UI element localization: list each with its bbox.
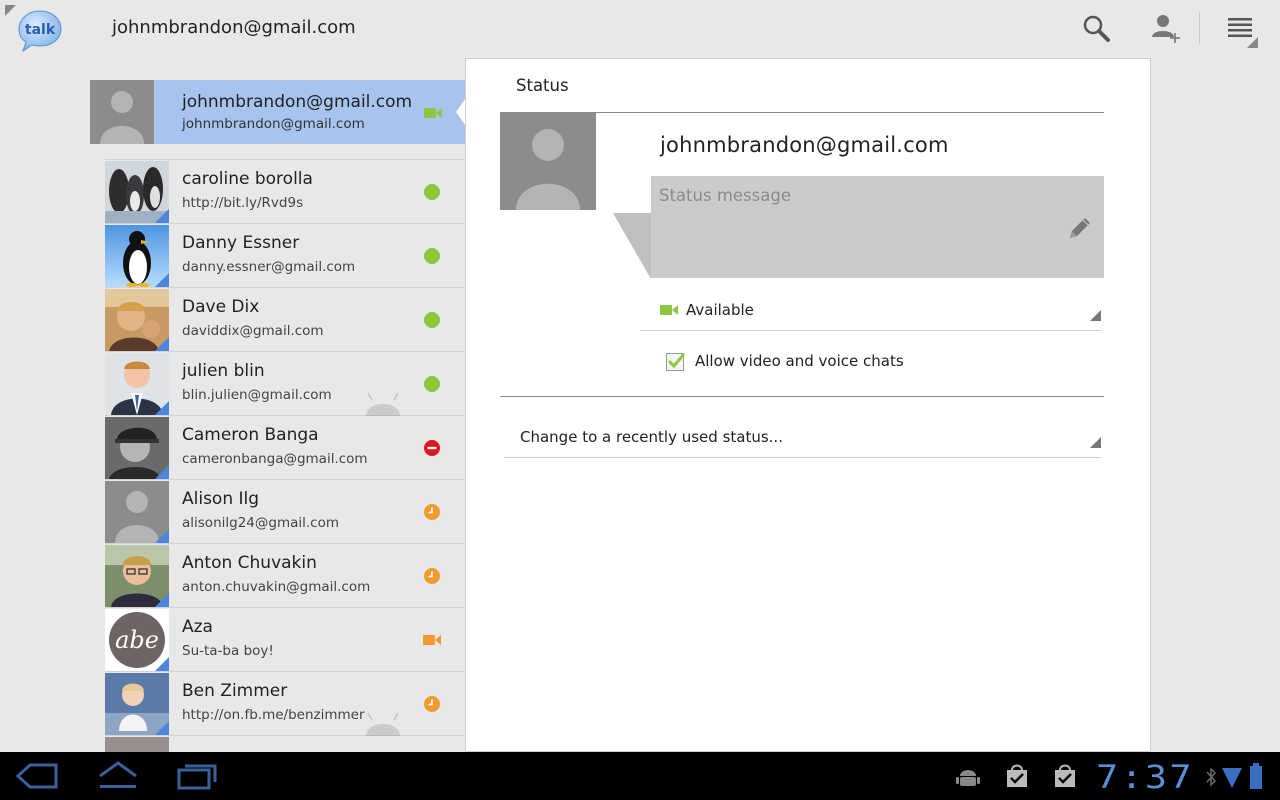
bubble-tail bbox=[613, 213, 651, 279]
add-contact-button[interactable] bbox=[1144, 8, 1188, 48]
contact-status: daviddix@gmail.com bbox=[182, 323, 324, 339]
default-avatar bbox=[90, 80, 154, 144]
dropdown-triangle-icon bbox=[1090, 310, 1101, 321]
actionbar-separator bbox=[1199, 12, 1200, 44]
idle-presence-icon bbox=[424, 504, 440, 520]
talk-logo-icon[interactable]: talk bbox=[18, 9, 62, 53]
idle-presence-icon bbox=[424, 568, 440, 584]
busy-presence-icon bbox=[424, 440, 440, 456]
contact-name: caroline borolla bbox=[182, 169, 313, 189]
contact-status: cameronbanga@gmail.com bbox=[182, 451, 368, 467]
system-bar: 7:37 bbox=[0, 752, 1280, 800]
avatar-badge bbox=[155, 401, 169, 415]
panel-title: Status bbox=[516, 76, 569, 95]
android-device-icon bbox=[366, 712, 400, 736]
self-contact-row[interactable]: johnmbrandon@gmail.com johnmbrandon@gmai… bbox=[90, 80, 466, 144]
market-update-icon[interactable] bbox=[1004, 763, 1030, 789]
contact-name: Alison Ilg bbox=[182, 489, 260, 509]
avatar-badge bbox=[155, 657, 169, 671]
contact-name: Ben Zimmer bbox=[182, 681, 288, 701]
android-debug-icon[interactable] bbox=[956, 766, 980, 788]
recent-status-label: Change to a recently used status... bbox=[520, 428, 783, 446]
wifi-icon bbox=[1222, 768, 1242, 788]
clock[interactable]: 7:37 bbox=[1096, 758, 1194, 796]
available-presence-icon bbox=[424, 312, 440, 328]
contact-row[interactable]: Dave Dix daviddix@gmail.com bbox=[105, 288, 466, 352]
contact-name: julien blin bbox=[182, 361, 265, 381]
contact-list[interactable]: johnmbrandon@gmail.com johnmbrandon@gmai… bbox=[90, 80, 466, 752]
search-button[interactable] bbox=[1074, 8, 1118, 48]
contact-name: Anton Chuvakin bbox=[182, 553, 317, 573]
contact-status: anton.chuvakin@gmail.com bbox=[182, 579, 371, 595]
self-sub: johnmbrandon@gmail.com bbox=[182, 116, 365, 132]
avatar-badge bbox=[155, 721, 169, 735]
contact-name: Aza bbox=[182, 617, 213, 637]
dropdown-triangle-icon bbox=[1090, 437, 1101, 448]
account-title: johnmbrandon@gmail.com bbox=[112, 17, 356, 38]
contact-row[interactable]: Anton Chuvakin anton.chuvakin@gmail.com bbox=[105, 544, 466, 608]
presence-label: Available bbox=[686, 301, 754, 319]
battery-icon bbox=[1250, 763, 1262, 789]
search-icon bbox=[1083, 15, 1110, 42]
presence-dropdown[interactable]: Available bbox=[640, 291, 1101, 331]
status-message-input[interactable] bbox=[651, 176, 1104, 278]
market-update-icon[interactable] bbox=[1052, 763, 1078, 789]
checkbox-checked-icon[interactable] bbox=[666, 352, 685, 371]
self-avatar[interactable] bbox=[500, 113, 596, 210]
panel-divider bbox=[500, 396, 1104, 397]
contact-avatar bbox=[105, 737, 169, 752]
available-presence-icon bbox=[424, 376, 440, 392]
avatar-badge bbox=[155, 593, 169, 607]
recent-status-dropdown[interactable]: Change to a recently used status... bbox=[504, 419, 1101, 458]
contact-row[interactable]: julien blin blin.julien@gmail.com bbox=[105, 352, 466, 416]
bluetooth-icon bbox=[1206, 767, 1217, 787]
contact-row[interactable]: Danny Essner danny.essner@gmail.com bbox=[105, 224, 466, 288]
svg-text:abe: abe bbox=[115, 626, 159, 654]
svg-text:talk: talk bbox=[25, 22, 56, 38]
contact-row[interactable]: caroline borolla http://bit.ly/Rvd9s bbox=[105, 160, 466, 224]
avatar-badge bbox=[155, 465, 169, 479]
contact-row[interactable]: Cameron Banga cameronbanga@gmail.com bbox=[105, 416, 466, 480]
add-person-icon bbox=[1152, 15, 1180, 43]
action-bar: talk johnmbrandon@gmail.com bbox=[0, 0, 1280, 58]
video-presence-icon bbox=[660, 305, 678, 315]
self-name: johnmbrandon@gmail.com bbox=[182, 92, 413, 112]
avatar-badge bbox=[155, 209, 169, 223]
avatar-badge bbox=[155, 529, 169, 543]
contact-row[interactable]: Alison Ilg alisonilg24@gmail.com bbox=[105, 480, 466, 544]
contact-status: blin.julien@gmail.com bbox=[182, 387, 332, 403]
available-presence-icon bbox=[424, 184, 440, 200]
contact-status: http://on.fb.me/benzimmer bbox=[182, 707, 365, 723]
overflow-corner-marker bbox=[1247, 37, 1258, 48]
video-presence-icon bbox=[424, 108, 442, 118]
recent-apps-icon[interactable] bbox=[176, 760, 218, 792]
contact-name: Danny Essner bbox=[182, 233, 300, 253]
corner-marker bbox=[5, 5, 16, 16]
panel-account-name: johnmbrandon@gmail.com bbox=[660, 133, 949, 157]
edit-pencil-icon[interactable] bbox=[1066, 214, 1094, 242]
contact-status: http://bit.ly/Rvd9s bbox=[182, 195, 304, 211]
avatar-badge bbox=[155, 337, 169, 351]
contact-row-partial[interactable] bbox=[105, 736, 466, 752]
status-panel: Status johnmbrandon@gmail.com Available … bbox=[465, 58, 1151, 752]
video-chat-toggle[interactable]: Allow video and voice chats bbox=[666, 349, 904, 373]
idle-presence-icon bbox=[424, 696, 440, 712]
contact-status: Su-ta-ba boy! bbox=[182, 643, 274, 659]
avatar-badge bbox=[155, 273, 169, 287]
video-idle-presence-icon bbox=[423, 635, 441, 645]
contact-name: Dave Dix bbox=[182, 297, 260, 317]
home-icon[interactable] bbox=[96, 760, 140, 792]
back-icon[interactable] bbox=[16, 760, 58, 792]
contact-name: Cameron Banga bbox=[182, 425, 319, 445]
contact-status: alisonilg24@gmail.com bbox=[182, 515, 339, 531]
video-chat-label: Allow video and voice chats bbox=[695, 352, 904, 370]
available-presence-icon bbox=[424, 248, 440, 264]
contact-row[interactable]: abe Aza Su-ta-ba boy! bbox=[105, 608, 466, 672]
android-device-icon bbox=[366, 392, 400, 416]
contact-status: danny.essner@gmail.com bbox=[182, 259, 356, 275]
contact-row[interactable]: Ben Zimmer http://on.fb.me/benzimmer bbox=[105, 672, 466, 736]
